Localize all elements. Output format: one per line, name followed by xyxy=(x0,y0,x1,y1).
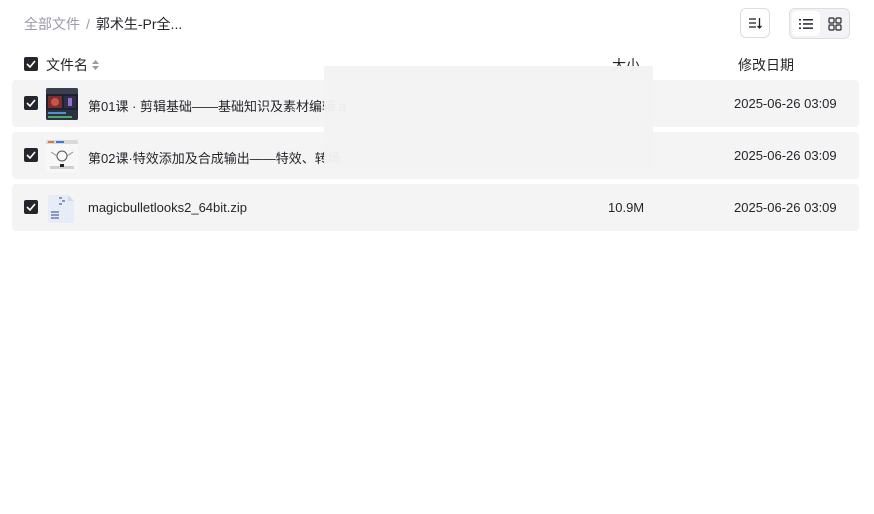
file-size: 10.9M xyxy=(608,200,645,215)
row-checkbox[interactable] xyxy=(24,148,38,162)
file-modified-date: 2025-06-26 03:09 xyxy=(734,200,837,215)
checkmark-icon xyxy=(26,151,36,159)
row-checkbox[interactable] xyxy=(24,96,38,110)
grid-view-button[interactable] xyxy=(822,9,850,38)
view-toggle xyxy=(789,8,850,39)
list-view-button[interactable] xyxy=(792,11,820,36)
checkmark-icon xyxy=(26,60,36,68)
breadcrumb-root-link[interactable]: 全部文件 xyxy=(24,14,80,34)
zip-file-icon xyxy=(46,192,78,224)
list-view-icon xyxy=(798,18,813,29)
redaction-overlay xyxy=(324,66,653,170)
file-modified-date: 2025-06-26 03:09 xyxy=(734,96,837,111)
sort-button[interactable] xyxy=(740,8,770,38)
table-row[interactable]: magicbulletlooks2_64bit.zip 10.9M 2025-0… xyxy=(12,184,859,231)
breadcrumb: 全部文件 / 郭术生-Pr全... xyxy=(24,14,182,34)
breadcrumb-current-folder: 郭术生-Pr全... xyxy=(95,16,183,32)
column-header-modified[interactable]: 修改日期 xyxy=(738,55,794,75)
select-all-checkbox[interactable] xyxy=(24,57,38,71)
file-modified-date: 2025-06-26 03:09 xyxy=(734,148,837,163)
video-thumbnail xyxy=(46,140,78,172)
grid-view-icon xyxy=(828,16,842,31)
video-thumbnail xyxy=(46,88,78,120)
sort-arrows-icon xyxy=(92,60,99,70)
column-header-name-label: 文件名 xyxy=(46,57,88,73)
file-name[interactable]: 第02课·特效添加及合成输出——特效、转场 xyxy=(88,148,341,167)
file-browser: 全部文件 / 郭术生-Pr全... 文件名 大小 修改日期 第01课 · 剪辑基… xyxy=(0,0,874,514)
column-header-name[interactable]: 文件名 xyxy=(46,55,99,75)
row-checkbox[interactable] xyxy=(24,200,38,214)
file-name[interactable]: magicbulletlooks2_64bit.zip xyxy=(88,200,247,215)
breadcrumb-separator: / xyxy=(86,16,90,32)
file-name[interactable]: 第01课 · 剪辑基础——基础知识及素材编辑.a xyxy=(88,96,346,115)
sort-icon xyxy=(749,18,762,29)
checkmark-icon xyxy=(26,99,36,107)
checkmark-icon xyxy=(26,203,36,211)
